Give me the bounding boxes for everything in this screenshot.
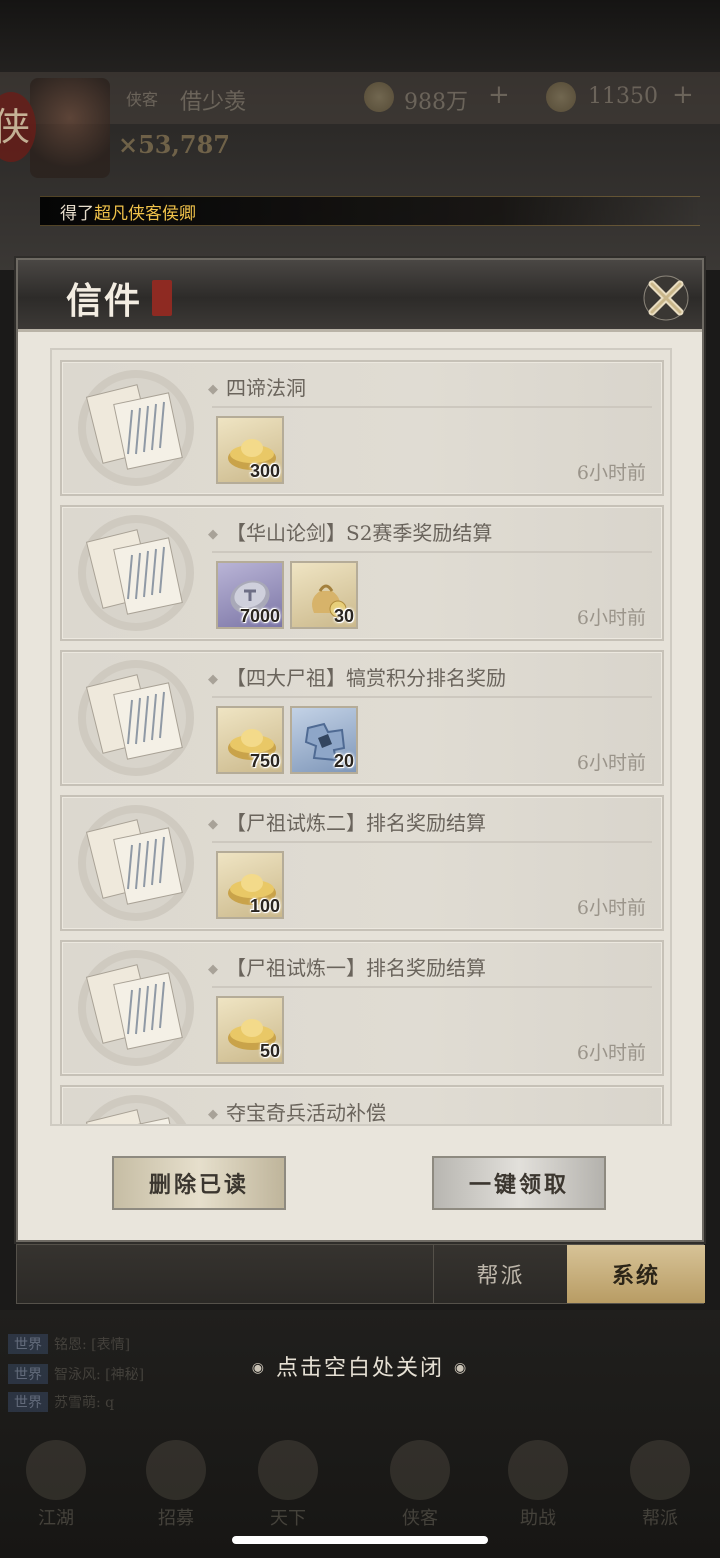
reward-item[interactable]: 20 (290, 706, 358, 774)
reward-row: 50 (216, 996, 284, 1064)
letter-icon (78, 805, 194, 921)
diamond-bullet-icon: ◆ (208, 382, 218, 397)
nav-item-jianghu: 江湖 (8, 1440, 104, 1530)
close-button[interactable] (638, 270, 694, 326)
nav-item-recruit: 招募 (128, 1440, 224, 1530)
mail-tab-bar: 帮派 系统 (16, 1244, 705, 1304)
mail-title: ◆ 【四大尸祖】犒赏积分排名奖励 (208, 666, 506, 690)
divider (212, 986, 652, 988)
home-indicator[interactable] (232, 1536, 488, 1544)
reward-row: 300 (216, 416, 284, 484)
mail-time: 6小时前 (576, 897, 646, 919)
mail-title: ◆ 【华山论剑】S2赛季奖励结算 (208, 521, 493, 545)
reward-item[interactable]: 7000 (216, 561, 284, 629)
plus-icon: + (488, 80, 510, 110)
reward-item[interactable]: 750 (216, 706, 284, 774)
mail-title: ◆ 夺宝奇兵活动补偿 (208, 1101, 386, 1125)
combat-power: ×53,787 (118, 130, 230, 159)
diamond-bullet-icon: ◆ (208, 962, 218, 977)
nav-icon (508, 1440, 568, 1500)
mail-item[interactable]: ◆ 四谛法洞 300 6小时前 (60, 360, 664, 496)
ornament-icon: ◉ (454, 1360, 469, 1376)
nav-icon (26, 1440, 86, 1500)
reward-row: 750 20 (216, 706, 358, 774)
coin-icon (364, 82, 394, 112)
reward-item[interactable]: 50 (216, 996, 284, 1064)
reward-count: 50 (259, 1041, 280, 1061)
reward-count: 300 (249, 461, 280, 481)
letter-icon (78, 950, 194, 1066)
mail-item[interactable]: ◆ 【尸祖试炼一】排名奖励结算 50 6小时前 (60, 940, 664, 1076)
tab-guild[interactable]: 帮派 (433, 1245, 567, 1303)
chat-line: 世界 苏雪萌: q (8, 1392, 114, 1412)
nav-item-assist: 助战 (490, 1440, 586, 1530)
nav-icon (630, 1440, 690, 1500)
diamond-bullet-icon: ◆ (208, 672, 218, 687)
diamond-bullet-icon: ◆ (208, 527, 218, 542)
reward-count: 750 (249, 751, 280, 771)
diamond-bullet-icon: ◆ (208, 817, 218, 832)
claim-all-button[interactable]: 一键领取 (432, 1156, 606, 1210)
mail-title: ◆ 【尸祖试炼一】排名奖励结算 (208, 956, 486, 980)
ingot-icon (546, 82, 576, 112)
mail-list[interactable]: ◆ 四谛法洞 300 6小时前 ◆ 【华山论剑】S2赛季奖励结算 7000 30… (50, 348, 672, 1126)
dialog-header: 信件 (18, 260, 702, 332)
player-avatar (30, 78, 110, 178)
delete-read-button[interactable]: 删除已读 (112, 1156, 286, 1210)
mail-item[interactable]: ◆ 【华山论剑】S2赛季奖励结算 7000 30 6小时前 (60, 505, 664, 641)
plus-icon: + (672, 80, 694, 110)
reward-row: 100 (216, 851, 284, 919)
nav-icon (258, 1440, 318, 1500)
tab-system[interactable]: 系统 (567, 1245, 705, 1303)
reward-item[interactable]: 100 (216, 851, 284, 919)
nav-icon (390, 1440, 450, 1500)
dialog-title: 信件 (66, 280, 143, 322)
mail-item[interactable]: ◆ 【四大尸祖】犒赏积分排名奖励 750 20 6小时前 (60, 650, 664, 786)
mail-item[interactable]: ◆ 夺宝奇兵活动补偿 (60, 1085, 664, 1125)
reward-count: 100 (249, 896, 280, 916)
reward-count: 20 (333, 751, 354, 771)
nav-item-heroes: 侠客 (372, 1440, 468, 1530)
diamond-bullet-icon: ◆ (208, 1107, 218, 1122)
letter-icon (78, 370, 194, 486)
divider (212, 406, 652, 408)
notice-text: 得了超凡侠客侯卿 (60, 204, 196, 224)
close-icon (643, 275, 689, 321)
reward-item[interactable]: 300 (216, 416, 284, 484)
mail-time: 6小时前 (576, 1042, 646, 1064)
reward-count: 7000 (239, 606, 280, 626)
nav-item-world: 天下 (240, 1440, 336, 1530)
player-name: 借少羡 (180, 90, 247, 115)
currency-1-value: 988万 (404, 90, 468, 115)
letter-icon (78, 515, 194, 631)
mail-time: 6小时前 (576, 462, 646, 484)
mail-item[interactable]: ◆ 【尸祖试炼二】排名奖励结算 100 6小时前 (60, 795, 664, 931)
divider (212, 551, 652, 553)
title-seal-icon (152, 280, 172, 316)
close-hint[interactable]: ◉ 点击空白处关闭 ◉ (0, 1350, 720, 1382)
reward-count: 30 (333, 606, 354, 626)
mail-time: 6小时前 (576, 752, 646, 774)
reward-row: 7000 30 (216, 561, 358, 629)
mail-dialog: 信件 ◆ 四谛法洞 300 6小时前 ◆ 【华山论剑】S2赛季奖励结算 7000… (16, 258, 704, 1242)
reward-item[interactable]: 30 (290, 561, 358, 629)
nav-item-guild: 帮派 (612, 1440, 708, 1530)
mail-time: 6小时前 (576, 607, 646, 629)
mail-title: ◆ 【尸祖试炼二】排名奖励结算 (208, 811, 486, 835)
mail-title: ◆ 四谛法洞 (208, 376, 306, 400)
divider (212, 696, 652, 698)
ornament-icon: ◉ (251, 1360, 266, 1376)
player-tag: 侠客 (126, 90, 159, 109)
divider (212, 841, 652, 843)
letter-icon (78, 660, 194, 776)
letter-icon (85, 1095, 187, 1124)
currency-2-value: 11350 (588, 84, 658, 109)
nav-icon (146, 1440, 206, 1500)
